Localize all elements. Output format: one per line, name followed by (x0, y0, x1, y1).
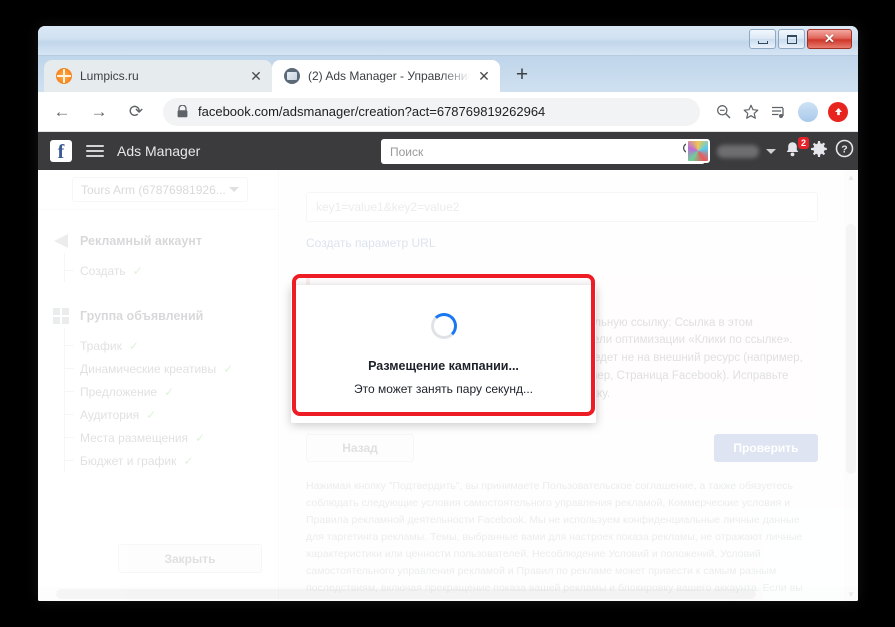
grid-icon (52, 308, 70, 324)
media-playlist-icon[interactable] (766, 99, 792, 125)
sidebar-item-audience[interactable]: Аудитория ✓ (38, 397, 278, 426)
sidebar-group-label: Рекламный аккаунт (80, 234, 202, 248)
url-parameters-placeholder: key1=value1&key2=value2 (316, 200, 460, 214)
modal-subtitle: Это может занять пару секунд... (353, 381, 534, 396)
loading-spinner (430, 312, 457, 339)
account-bar: Tours Arm (67876981926... (38, 170, 279, 210)
forward-button[interactable]: → (85, 98, 113, 126)
modal-title: Размещение кампании... (368, 358, 519, 373)
sidebar-item-traffic[interactable]: Трафик ✓ (38, 328, 278, 357)
create-url-parameter-link[interactable]: Создать параметр URL (306, 236, 436, 250)
zoom-out-icon[interactable] (710, 99, 736, 125)
vertical-scrollbar[interactable]: ▲ ▼ (844, 170, 858, 601)
chrome-profile-avatar[interactable] (798, 101, 818, 122)
notification-badge: 2 (797, 137, 809, 149)
minimize-icon (757, 40, 768, 44)
header-right-controls: 2 ? (686, 132, 854, 170)
facebook-logo-icon[interactable]: f (50, 140, 72, 162)
tab-title: Lumpics.ru (80, 69, 139, 83)
sidebar: Рекламный аккаунт Создать ✓ Группа объяв… (38, 211, 279, 601)
sidebar-item-budget-schedule[interactable]: Бюджет и график ✓ (38, 443, 278, 472)
sidebar-item-placements[interactable]: Места размещения ✓ (38, 420, 278, 449)
url-text: facebook.com/adsmanager/creation?act=678… (198, 104, 546, 119)
reload-button[interactable]: ⟳ (122, 98, 150, 126)
sidebar-item-label: Бюджет и график (80, 453, 177, 468)
sidebar-item-dynamic-creatives[interactable]: Динамические креативы ✓ (38, 351, 278, 380)
sidebar-item-create[interactable]: Создать ✓ (38, 253, 278, 282)
maximize-button[interactable] (778, 29, 805, 49)
sidebar-group-ad-account: Рекламный аккаунт Создать ✓ (38, 233, 278, 282)
sidebar-group-adset: Группа объявлений Трафик ✓ Динамические … (38, 308, 278, 472)
check-icon: ✓ (164, 384, 175, 399)
hamburger-menu-icon[interactable] (86, 142, 104, 160)
chevron-down-icon[interactable] (766, 148, 776, 154)
sidebar-group-title: Рекламный аккаунт (38, 233, 278, 249)
sidebar-item-label: Создать (80, 263, 126, 278)
maximize-icon (786, 34, 797, 44)
tab-close-icon[interactable]: ✕ (476, 68, 492, 84)
check-icon: ✓ (128, 338, 139, 353)
sidebar-item-label: Аудитория (80, 407, 140, 422)
tab-lumpics[interactable]: Lumpics.ru ✕ (44, 60, 272, 92)
sidebar-item-label: Трафик (80, 338, 122, 353)
close-window-button[interactable]: ✕ (807, 29, 852, 49)
sidebar-item-offer[interactable]: Предложение ✓ (38, 374, 278, 403)
lumpics-favicon-icon (56, 68, 72, 84)
minimize-button[interactable] (749, 29, 776, 49)
ad-account-label: Tours Arm (67876981926... (81, 182, 226, 197)
facebook-header: f Ads Manager Поиск 2 ? (38, 132, 858, 170)
megaphone-icon (52, 233, 70, 249)
notifications-button[interactable]: 2 (783, 137, 809, 162)
lock-icon (177, 105, 188, 118)
extension-icon[interactable] (828, 101, 848, 122)
sidebar-group-title: Группа объявлений (38, 308, 278, 324)
chevron-down-icon (229, 187, 239, 192)
sidebar-item-label: Предложение (80, 384, 158, 399)
tab-title: (2) Ads Manager - Управление р (308, 69, 470, 83)
scroll-up-arrow-icon[interactable]: ▲ (844, 170, 858, 184)
sidebar-item-label: Динамические креативы (80, 361, 217, 376)
close-panel-button[interactable]: Закрыть (118, 544, 262, 573)
address-bar[interactable]: facebook.com/adsmanager/creation?act=678… (163, 97, 700, 126)
screenshot-root: ✕ Lumpics.ru ✕ (2) Ads Manager - Управле… (0, 0, 895, 627)
new-tab-button[interactable]: + (508, 61, 536, 89)
url-parameters-input[interactable]: key1=value1&key2=value2 (306, 192, 818, 222)
vertical-scrollbar-thumb[interactable] (846, 224, 856, 474)
check-icon: ✓ (132, 263, 143, 278)
browser-window: ✕ Lumpics.ru ✕ (2) Ads Manager - Управле… (38, 26, 858, 601)
search-placeholder: Поиск (390, 144, 424, 159)
legal-text: Нажимая кнопку "Подтвердить", вы принима… (306, 479, 803, 601)
check-icon: ✓ (223, 361, 234, 376)
tab-strip: Lumpics.ru ✕ (2) Ads Manager - Управлени… (38, 56, 858, 92)
browser-toolbar: ← → ⟳ facebook.com/adsmanager/creation?a… (38, 92, 858, 132)
gear-icon[interactable] (810, 140, 828, 163)
account-name (717, 144, 759, 158)
back-button[interactable]: ← (48, 98, 76, 126)
sidebar-group-label: Группа объявлений (80, 309, 204, 323)
svg-text:?: ? (841, 144, 847, 156)
horizontal-scrollbar-thumb[interactable] (56, 589, 756, 599)
ads-manager-favicon-icon (284, 68, 300, 84)
avatar[interactable] (686, 139, 710, 163)
horizontal-scrollbar[interactable] (38, 587, 858, 601)
form-actions: Назад Проверить (306, 433, 818, 462)
search-input[interactable]: Поиск (381, 139, 705, 164)
loading-modal: Размещение кампании... Это может занять … (291, 285, 596, 423)
check-icon: ✓ (195, 430, 206, 445)
app-title: Ads Manager (117, 143, 201, 159)
ad-account-selector[interactable]: Tours Arm (67876981926... (72, 177, 248, 202)
window-controls: ✕ (749, 29, 852, 49)
tab-close-icon[interactable]: ✕ (248, 68, 264, 84)
window-titlebar: ✕ (38, 26, 858, 56)
page-viewport: f Ads Manager Поиск 2 ? Tours Arm (67876… (38, 132, 858, 601)
check-button[interactable]: Проверить (714, 433, 818, 462)
close-icon: ✕ (824, 31, 835, 46)
help-icon[interactable]: ? (835, 139, 854, 163)
tab-ads-manager[interactable]: (2) Ads Manager - Управление р ✕ (272, 60, 500, 92)
check-icon: ✓ (183, 453, 194, 468)
bookmark-star-icon[interactable] (738, 99, 764, 125)
sidebar-item-label: Места размещения (80, 430, 189, 445)
back-button[interactable]: Назад (306, 433, 414, 462)
check-icon: ✓ (146, 407, 157, 422)
